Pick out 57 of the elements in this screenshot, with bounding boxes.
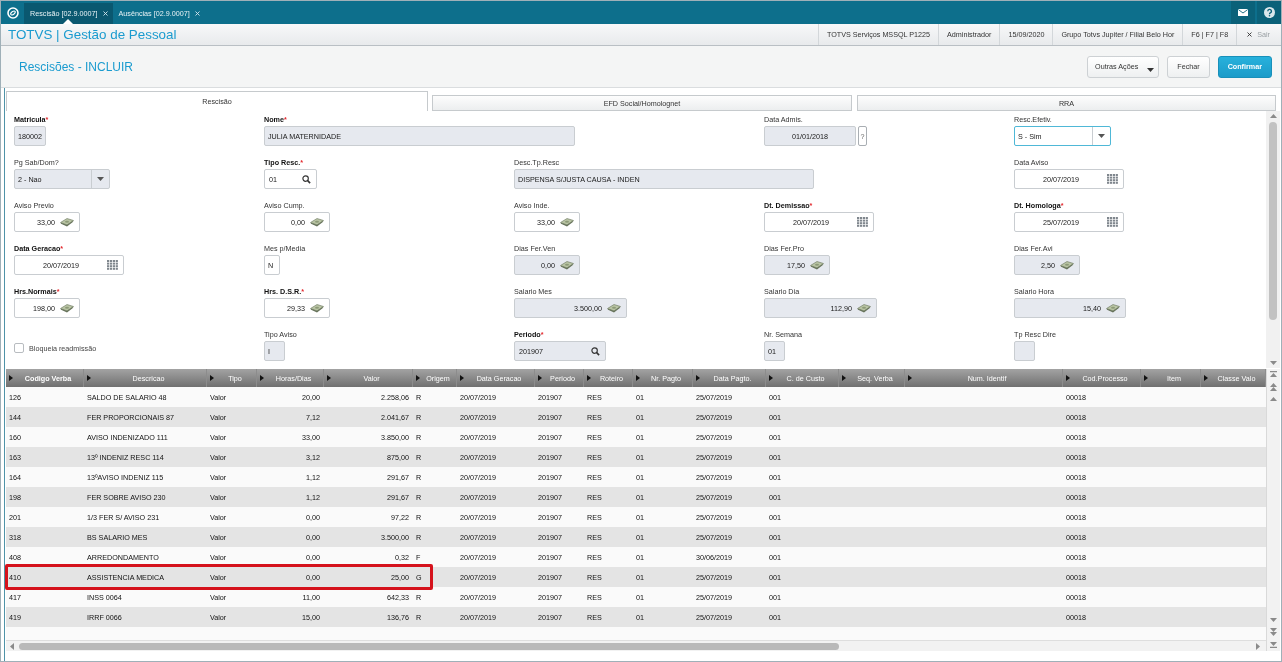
caret-right-icon [87, 375, 91, 381]
calendar-icon[interactable] [1107, 174, 1118, 184]
bar-arrow-down-icon[interactable] [1270, 642, 1277, 648]
tab-pointer-icon [63, 19, 74, 24]
caret-icon [1147, 67, 1155, 72]
caret-right-icon [460, 375, 464, 381]
banknote-icon[interactable] [560, 217, 574, 227]
logo-icon[interactable] [6, 6, 19, 19]
arrow-up-icon[interactable] [1270, 397, 1277, 401]
scrollbar-thumb[interactable] [1269, 122, 1277, 320]
close-icon [1247, 32, 1253, 37]
search-icon[interactable] [302, 174, 311, 184]
caret-right-icon [416, 375, 420, 381]
banknote-icon[interactable] [310, 217, 324, 227]
calendar-icon[interactable] [107, 260, 118, 270]
caret-right-icon [587, 375, 591, 381]
banknote-icon[interactable] [310, 303, 324, 313]
arrow-down-icon[interactable] [1269, 361, 1277, 365]
arrow-down-icon[interactable] [1270, 618, 1277, 622]
calendar-icon[interactable] [1107, 217, 1118, 227]
arrow-right-icon[interactable] [1256, 642, 1260, 650]
calendar-icon[interactable] [857, 217, 868, 227]
scrollbar[interactable] [6, 640, 1266, 651]
arrow-left-icon[interactable] [10, 642, 14, 650]
scrollbar-thumb[interactable] [19, 642, 839, 650]
close-icon [102, 11, 108, 16]
checkbox[interactable] [14, 343, 24, 353]
caret-right-icon [1144, 375, 1148, 381]
help-icon [1263, 7, 1275, 18]
caret-right-icon [210, 375, 214, 381]
caret-right-icon [260, 375, 264, 381]
caret-right-icon [842, 375, 846, 381]
banknote-icon[interactable] [60, 217, 74, 227]
caret-icon [1098, 134, 1105, 138]
caret-right-icon [327, 375, 331, 381]
caret-right-icon [908, 375, 912, 381]
help-button[interactable] [1257, 1, 1281, 24]
bar-arrow-up-icon[interactable] [1270, 371, 1277, 377]
caret-right-icon [696, 375, 700, 381]
banknote-icon[interactable] [60, 303, 74, 313]
page-title: Rescisões - INCLUIR [19, 59, 134, 74]
caret-right-icon [538, 375, 542, 381]
arrow-up-icon[interactable] [1269, 114, 1277, 118]
caret-right-icon [769, 375, 773, 381]
caret-right-icon [9, 375, 13, 381]
app-title: TOTVS | Gestão de Pessoal [7, 27, 177, 42]
caret-icon [97, 177, 104, 181]
double-arrow-up-icon[interactable] [1270, 383, 1277, 391]
double-arrow-down-icon[interactable] [1270, 628, 1277, 636]
scrollbar[interactable] [1266, 111, 1280, 368]
caret-right-icon [1204, 375, 1208, 381]
caret-right-icon [636, 375, 640, 381]
scrollbar[interactable] [1266, 369, 1280, 651]
close-icon [194, 11, 200, 16]
mail-button[interactable] [1231, 1, 1255, 24]
mail-icon [1238, 9, 1248, 16]
caret-right-icon [1066, 375, 1070, 381]
